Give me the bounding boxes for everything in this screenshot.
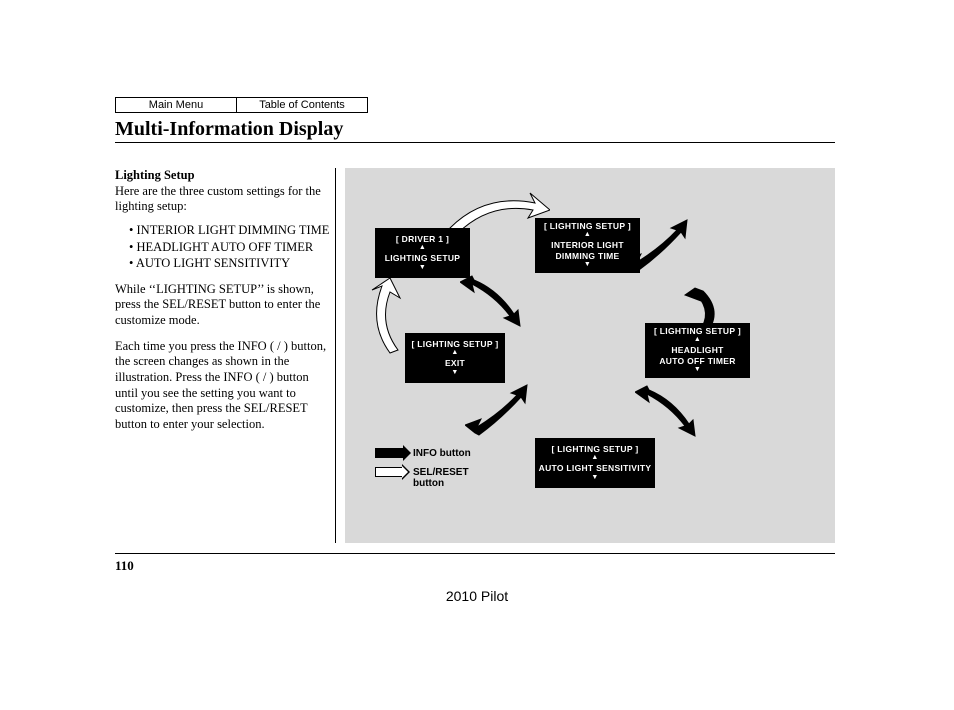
screen-exit: [ LIGHTING SETUP ] EXIT: [405, 333, 505, 383]
hollow-arrow-icon: [375, 467, 403, 477]
screen-line: LIGHTING SETUP: [377, 253, 468, 264]
triangle-down-icon: [377, 264, 468, 273]
page-number: 110: [115, 558, 134, 574]
legend-row-info: INFO button: [375, 448, 483, 459]
screen-header: [ LIGHTING SETUP ]: [537, 444, 653, 455]
double-arrow-icon: [465, 383, 535, 443]
screen-header: [ LIGHTING SETUP ]: [537, 221, 638, 232]
legend-label: INFO button: [413, 448, 471, 459]
main-menu-button[interactable]: Main Menu: [115, 97, 237, 113]
settings-list: INTERIOR LIGHT DIMMING TIME HEADLIGHT AU…: [119, 223, 330, 272]
legend-row-sel: SEL/RESET button: [375, 467, 483, 489]
triangle-down-icon: [647, 366, 748, 375]
footer-rule: [115, 553, 835, 554]
screen-line: HEADLIGHT: [647, 345, 748, 356]
triangle-down-icon: [537, 261, 638, 270]
triangle-up-icon: [537, 454, 653, 463]
screen-line: DIMMING TIME: [537, 251, 638, 262]
triangle-up-icon: [407, 349, 503, 358]
screen-header: [ LIGHTING SETUP ]: [647, 326, 748, 337]
legend: INFO button SEL/RESET button: [375, 448, 483, 497]
screen-interior-light: [ LIGHTING SETUP ] INTERIOR LIGHT DIMMIN…: [535, 218, 640, 273]
screen-driver1: [ DRIVER 1 ] LIGHTING SETUP: [375, 228, 470, 278]
screen-line: EXIT: [407, 358, 503, 369]
nav-buttons: Main Menu Table of Contents: [115, 97, 368, 113]
triangle-up-icon: [647, 336, 748, 345]
page: Main Menu Table of Contents Multi-Inform…: [0, 0, 954, 710]
double-arrow-icon: [460, 268, 530, 328]
screen-header: [ LIGHTING SETUP ]: [407, 339, 503, 350]
list-item: HEADLIGHT AUTO OFF TIMER: [129, 240, 330, 256]
text-column: Lighting Setup Here are the three custom…: [115, 168, 330, 442]
diagram-panel: [ DRIVER 1 ] LIGHTING SETUP [ LIGHTING S…: [345, 168, 835, 543]
list-item: AUTO LIGHT SENSITIVITY: [129, 256, 330, 272]
triangle-up-icon: [537, 231, 638, 240]
diagram-divider: [335, 168, 336, 543]
screen-headlight: [ LIGHTING SETUP ] HEADLIGHT AUTO OFF TI…: [645, 323, 750, 378]
hollow-arrow-icon: [360, 278, 410, 358]
double-arrow-icon: [635, 378, 705, 438]
triangle-down-icon: [407, 369, 503, 378]
triangle-down-icon: [537, 474, 653, 483]
paragraph: Each time you press the INFO ( / ) butto…: [115, 339, 330, 433]
legend-label: SEL/RESET button: [413, 467, 483, 489]
screen-line: AUTO OFF TIMER: [647, 356, 748, 367]
section-intro: Here are the three custom settings for t…: [115, 184, 330, 215]
table-of-contents-button[interactable]: Table of Contents: [236, 97, 368, 113]
screen-line: INTERIOR LIGHT: [537, 240, 638, 251]
paragraph: While ‘‘LIGHTING SETUP’’ is shown, press…: [115, 282, 330, 329]
solid-arrow-icon: [375, 448, 403, 458]
section-heading: Lighting Setup: [115, 168, 330, 184]
title-rule: [115, 142, 835, 143]
screen-line: AUTO LIGHT SENSITIVITY: [537, 463, 653, 474]
footer-model: 2010 Pilot: [0, 588, 954, 604]
triangle-up-icon: [377, 244, 468, 253]
screen-auto-light: [ LIGHTING SETUP ] AUTO LIGHT SENSITIVIT…: [535, 438, 655, 488]
screen-header: [ DRIVER 1 ]: [377, 234, 468, 245]
list-item: INTERIOR LIGHT DIMMING TIME: [129, 223, 330, 239]
page-title: Multi-Information Display: [115, 118, 343, 141]
